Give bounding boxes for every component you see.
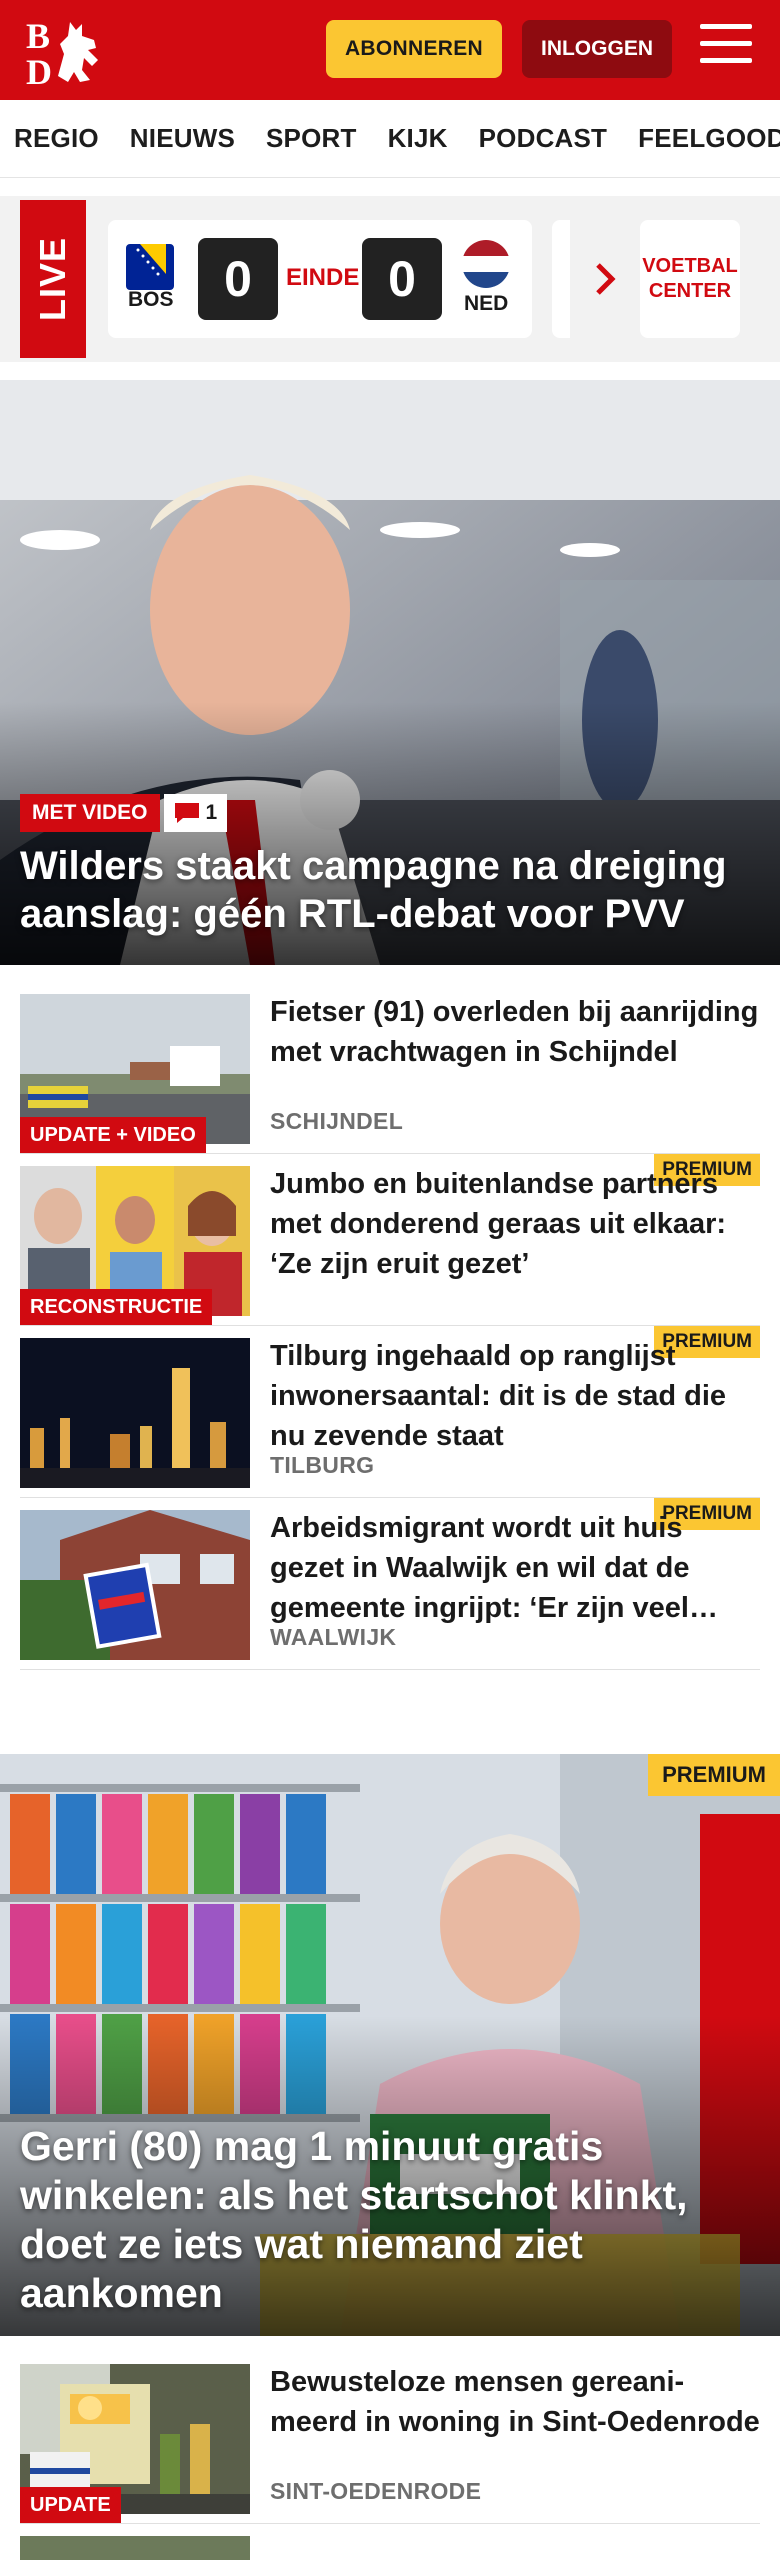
list-item[interactable]: UPDATE + VIDEO Fietser (91) overleden bi…	[20, 982, 760, 1154]
nav-item-sport[interactable]: SPORT	[266, 123, 357, 154]
article-title[interactable]: Jumbo en buitenlandse partners met donde…	[270, 1164, 760, 1284]
comment-icon	[174, 803, 199, 823]
svg-text:D: D	[26, 52, 52, 86]
comments-badge[interactable]: 1	[163, 794, 228, 832]
voetbal-center-link[interactable]: VOETBAL CENTER	[640, 220, 740, 338]
article-title[interactable]: Tilburg ingehaald op ranglijst inwonersa…	[270, 1336, 760, 1456]
list-item[interactable]: PREMIUM Tilburg ingehaald op ranglijst i…	[20, 1326, 760, 1498]
hero-badges: MET VIDEO 1	[20, 794, 228, 832]
svg-text:B: B	[26, 16, 50, 56]
bosnia-flag-icon	[126, 244, 174, 290]
site-header: B D ABONNEREN INLOGGEN	[0, 0, 780, 100]
login-button[interactable]: INLOGGEN	[522, 20, 672, 78]
list-item[interactable]	[20, 2524, 760, 2560]
article-label: RECONSTRUCTIE	[20, 1289, 213, 1325]
list-item[interactable]: PREMIUM RECONSTRUCTIE Jumbo en buitenlan…	[20, 1154, 760, 1326]
voetbal-center-line2: CENTER	[648, 280, 732, 302]
next-match-card[interactable]	[552, 220, 570, 338]
section-nav: REGIO NIEUWS SPORT KIJK PODCAST FEELGOOD	[0, 100, 780, 178]
article-title[interactable]: Bewusteloze mensen gereani­meerd in woni…	[270, 2362, 760, 2442]
nav-item-podcast[interactable]: PODCAST	[479, 123, 608, 154]
voetbal-center-line1: VOETBAL	[642, 255, 738, 277]
home-team-name: BOS	[128, 288, 174, 311]
match-status: EINDE	[286, 264, 360, 291]
hero-title[interactable]: Wilders staakt campagne na dreiging aans…	[20, 842, 760, 938]
comment-count: 1	[205, 801, 218, 824]
away-team-name: NED	[464, 292, 509, 315]
netherlands-flag-icon	[462, 240, 510, 288]
article-location: SCHIJNDEL	[270, 1108, 404, 1134]
feature-title[interactable]: Gerri (80) mag 1 minuut gratis winkelen:…	[20, 2122, 760, 2318]
home-score: 0	[198, 238, 278, 320]
article-location: TILBURG	[270, 1452, 375, 1478]
nav-item-regio[interactable]: REGIO	[14, 123, 99, 154]
nav-item-kijk[interactable]: KIJK	[388, 123, 448, 154]
away-score: 0	[362, 238, 442, 320]
article-thumbnail	[20, 2536, 250, 2560]
nav-item-nieuws[interactable]: NIEUWS	[130, 123, 235, 154]
list-item[interactable]: UPDATE Bewusteloze mensen gereani­meerd …	[20, 2352, 760, 2524]
article-label: UPDATE + VIDEO	[20, 1117, 206, 1153]
chevron-right-icon[interactable]	[594, 262, 618, 296]
article-title[interactable]: Arbeidsmigrant wordt uit huis gezet in W…	[270, 1508, 760, 1628]
nav-item-feelgood[interactable]: FEELGOOD	[638, 123, 780, 154]
article-label: UPDATE	[20, 2487, 121, 2523]
bd-logo[interactable]: B D	[24, 14, 116, 86]
live-label: LIVE	[20, 200, 86, 358]
menu-icon[interactable]	[700, 24, 752, 72]
article-thumbnail	[20, 1338, 250, 1488]
article-location: SINT-OEDENRODE	[270, 2478, 482, 2504]
article-location: WAALWIJK	[270, 1624, 397, 1650]
subscribe-button[interactable]: ABONNEREN	[326, 20, 502, 78]
list-item[interactable]: PREMIUM Arbeidsmigrant wordt uit huis ge…	[20, 1498, 760, 1670]
article-title[interactable]: Fietser (91) overleden bij aanrijding me…	[270, 992, 760, 1072]
video-badge: MET VIDEO	[20, 794, 160, 832]
article-thumbnail	[20, 1510, 250, 1660]
premium-badge: PREMIUM	[648, 1754, 780, 1796]
